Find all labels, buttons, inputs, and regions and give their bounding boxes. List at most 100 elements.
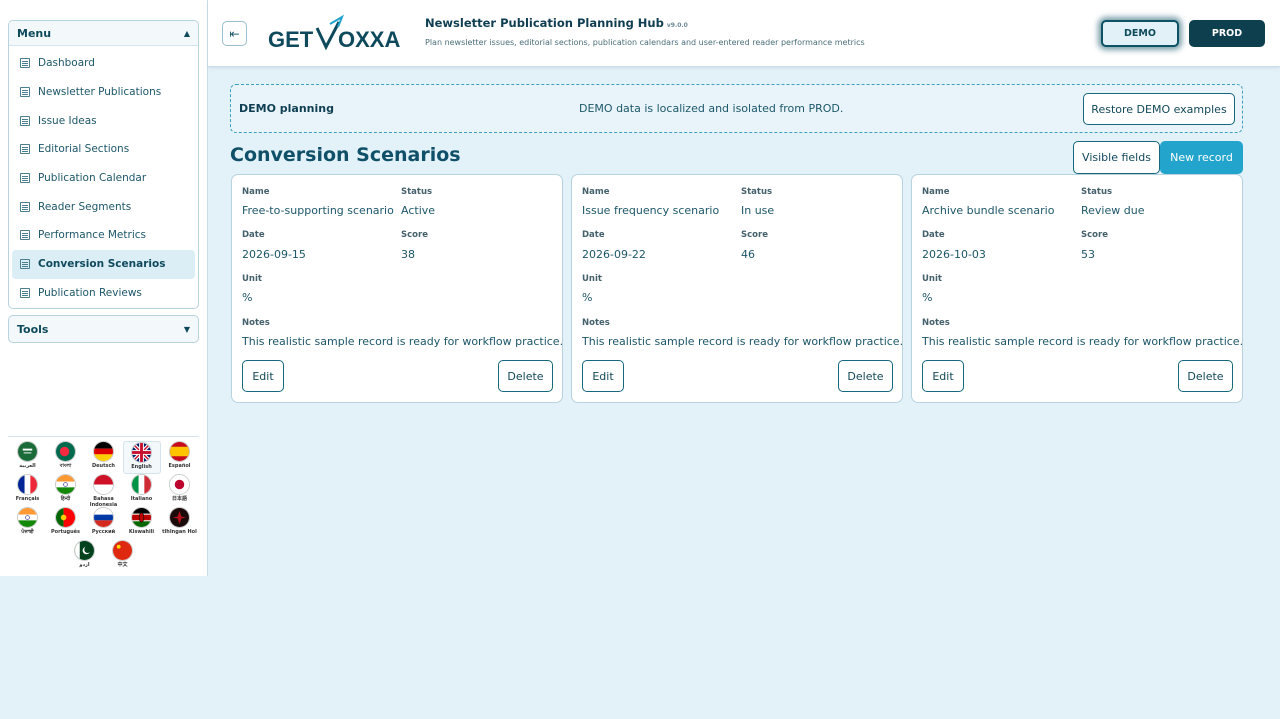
status-label: Status (1081, 187, 1113, 197)
document-icon (20, 87, 30, 98)
sidebar-item-label: Dashboard (38, 57, 95, 70)
notes-label: Notes (242, 318, 270, 328)
sidebar-item-issue-ideas[interactable]: Issue Ideas (12, 106, 195, 135)
name-label: Name (242, 187, 270, 197)
language-label: اردو (79, 562, 90, 568)
flag-ru-icon (93, 507, 114, 528)
sidebar-item-performance-metrics[interactable]: Performance Metrics (12, 221, 195, 250)
record-card: Name Issue frequency scenario Status In … (571, 174, 903, 403)
delete-button[interactable]: Delete (498, 360, 553, 392)
flag-cn-icon (112, 540, 133, 561)
sidebar-item-label: Performance Metrics (38, 229, 146, 242)
sidebar-item-publication-reviews[interactable]: Publication Reviews (12, 279, 195, 308)
logo-text-left: GET (268, 27, 314, 52)
delete-button[interactable]: Delete (1178, 360, 1233, 392)
language-hindi[interactable]: हिन्दी (47, 474, 85, 507)
language-bangla[interactable]: বাংলা (47, 441, 85, 474)
document-icon (20, 173, 30, 184)
flag-jp-icon (169, 474, 190, 495)
document-icon (20, 115, 30, 126)
sidebar-item-newsletter-publications[interactable]: Newsletter Publications (12, 78, 195, 107)
language-label: tlhIngan Hol (162, 529, 197, 535)
score-label: Score (1081, 230, 1108, 240)
demo-banner: DEMO planning DEMO data is localized and… (230, 84, 1243, 133)
language-label: Deutsch (92, 463, 115, 469)
language-indonesian[interactable]: Bahasa Indonesia (85, 474, 123, 508)
flag-in-icon (17, 507, 38, 528)
language-label: Kiswahili (128, 529, 155, 535)
notes-value: This realistic sample record is ready fo… (582, 335, 904, 348)
flag-de-icon (93, 441, 114, 462)
menu-title: Menu (17, 26, 52, 40)
sidebar-item-publication-calendar[interactable]: Publication Calendar (12, 164, 195, 193)
env-prod-button[interactable]: PROD (1189, 20, 1265, 47)
name-label: Name (922, 187, 950, 197)
unit-label: Unit (242, 274, 262, 284)
menu-list: Dashboard Newsletter Publications Issue … (9, 46, 198, 308)
sidebar-item-label: Editorial Sections (38, 143, 130, 156)
language-russian[interactable]: Русский (85, 507, 123, 540)
date-label: Date (242, 230, 265, 240)
language-chinese[interactable]: 中文 (104, 540, 142, 573)
unit-label: Unit (582, 274, 602, 284)
new-record-button[interactable]: New record (1160, 141, 1243, 174)
sidebar-item-editorial-sections[interactable]: Editorial Sections (12, 135, 195, 164)
language-punjabi[interactable]: ਪੰਜਾਬੀ (9, 507, 47, 540)
language-portuguese[interactable]: Português (47, 507, 85, 540)
sidebar-item-label: Publication Calendar (38, 172, 147, 185)
language-english[interactable]: English (122, 441, 161, 474)
language-spanish[interactable]: Español (161, 441, 199, 474)
language-arabic[interactable]: العربية (9, 441, 47, 474)
language-label: العربية (19, 463, 36, 469)
score-value: 46 (741, 248, 755, 261)
flag-it-icon (131, 474, 152, 495)
document-icon (20, 259, 30, 270)
language-swahili[interactable]: Kiswahili (123, 507, 161, 540)
sidebar-item-dashboard[interactable]: Dashboard (12, 49, 195, 78)
date-label: Date (922, 230, 945, 240)
date-value: 2026-09-22 (582, 248, 646, 261)
score-value: 38 (401, 248, 415, 261)
language-japanese[interactable]: 日本語 (161, 474, 199, 507)
sidebar-item-label: Conversion Scenarios (38, 258, 166, 271)
record-card: Name Archive bundle scenario Status Revi… (911, 174, 1243, 403)
language-selector: العربية বাংলা Deutsch English Español Fr… (8, 436, 199, 573)
edit-button[interactable]: Edit (922, 360, 964, 392)
language-urdu[interactable]: اردو (66, 540, 104, 573)
edit-button[interactable]: Edit (242, 360, 284, 392)
flag-in-icon (55, 474, 76, 495)
tools-panel[interactable]: Tools ▼ (8, 315, 199, 343)
name-value: Archive bundle scenario (922, 204, 1055, 217)
sidebar-item-reader-segments[interactable]: Reader Segments (12, 192, 195, 221)
flag-gb-icon (131, 442, 152, 463)
sidebar-item-conversion-scenarios[interactable]: Conversion Scenarios (12, 249, 195, 279)
document-icon (20, 144, 30, 155)
flag-klingon-icon (169, 507, 190, 528)
notes-value: This realistic sample record is ready fo… (922, 335, 1244, 348)
date-value: 2026-09-15 (242, 248, 306, 261)
collapse-sidebar-button[interactable]: ⇤ (222, 21, 247, 46)
delete-button[interactable]: Delete (838, 360, 893, 392)
language-label: ਪੰਜਾਬੀ (21, 529, 34, 535)
status-label: Status (401, 187, 433, 197)
language-german[interactable]: Deutsch (85, 441, 123, 474)
sidebar-item-label: Reader Segments (38, 200, 132, 213)
language-klingon[interactable]: tlhIngan Hol (161, 507, 199, 540)
notes-label: Notes (582, 318, 610, 328)
status-value: Review due (1081, 204, 1145, 217)
visible-fields-button[interactable]: Visible fields (1073, 141, 1160, 174)
env-demo-button[interactable]: DEMO (1101, 20, 1179, 47)
chevron-down-icon: ▼ (183, 324, 190, 334)
score-value: 53 (1081, 248, 1095, 261)
menu-header[interactable]: Menu ▲ (9, 21, 198, 46)
getvoxxa-logo: GET OXXA (268, 14, 400, 52)
document-icon (20, 58, 30, 69)
restore-demo-button[interactable]: Restore DEMO examples (1083, 93, 1235, 125)
language-italian[interactable]: Italiano (123, 474, 161, 507)
language-french[interactable]: Français (9, 474, 47, 507)
language-label: Français (15, 496, 40, 502)
unit-value: % (922, 291, 933, 304)
edit-button[interactable]: Edit (582, 360, 624, 392)
notes-label: Notes (922, 318, 950, 328)
flag-es-icon (169, 441, 190, 462)
